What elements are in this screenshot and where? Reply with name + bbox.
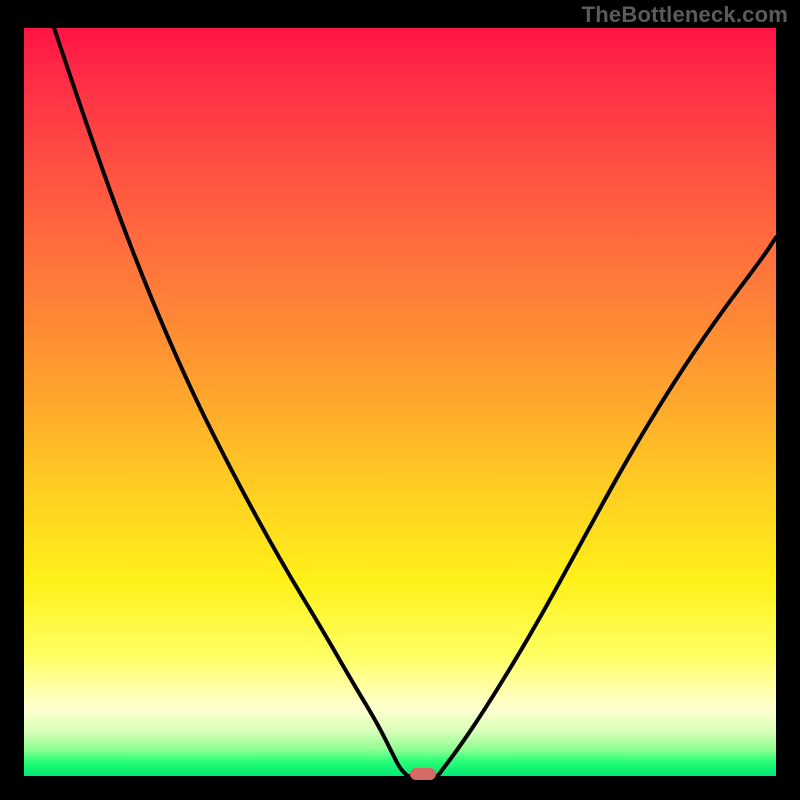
minimum-marker-icon [410, 768, 436, 780]
chart-container: TheBottleneck.com [0, 0, 800, 800]
watermark-text: TheBottleneck.com [582, 2, 788, 28]
curve-path [54, 28, 776, 776]
bottleneck-curve [24, 28, 776, 776]
gradient-plot-area [24, 28, 776, 776]
